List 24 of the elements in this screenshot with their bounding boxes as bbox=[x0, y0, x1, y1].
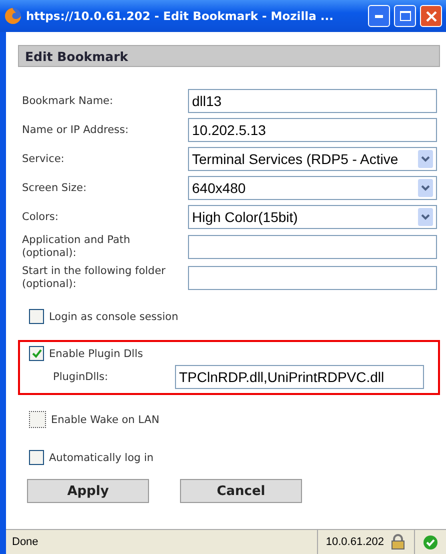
field-label: Screen Size: bbox=[22, 182, 88, 194]
field-label: Name or IP Address: bbox=[22, 124, 130, 136]
field-label: Start in the following folder (optional): bbox=[22, 265, 166, 291]
field-label: Colors: bbox=[22, 210, 60, 224]
field-label: PluginDlls: bbox=[53, 370, 110, 384]
cancel-button[interactable]: Cancel bbox=[180, 479, 302, 503]
section-header: Edit Bookmark bbox=[18, 45, 440, 67]
window-title: https://10.0.61.202 - Edit Bookmark - Mozilla ... bbox=[26, 9, 334, 23]
host-address: 10.0.61.202 bbox=[326, 536, 384, 548]
checkbox-label: Enable Plugin Dlls bbox=[49, 348, 143, 360]
apply-button[interactable]: Apply bbox=[27, 479, 149, 503]
checkbox-label: Automatically log in bbox=[49, 452, 154, 464]
field-label: Bookmark Name: bbox=[22, 94, 114, 108]
dropdown[interactable]: High Color(15bit) bbox=[188, 205, 437, 229]
dropdown[interactable]: Terminal Services (RDP5 - Active bbox=[188, 147, 437, 171]
field-label: Application and Path (optional): bbox=[22, 234, 132, 260]
checkbox-label: Login as console session bbox=[49, 310, 178, 322]
field-label: Service: bbox=[22, 152, 66, 166]
input-field[interactable]: 10.202.5.13 bbox=[188, 118, 437, 142]
input-field[interactable]: TPClnRDP.dll,UniPrintRDPVC.dll bbox=[175, 365, 424, 389]
input-field[interactable]: dll13 bbox=[188, 89, 437, 113]
status-text: Done bbox=[11, 536, 40, 548]
checkbox-label: Enable Wake on LAN bbox=[51, 414, 160, 426]
dropdown[interactable]: 640x480 bbox=[188, 176, 437, 200]
